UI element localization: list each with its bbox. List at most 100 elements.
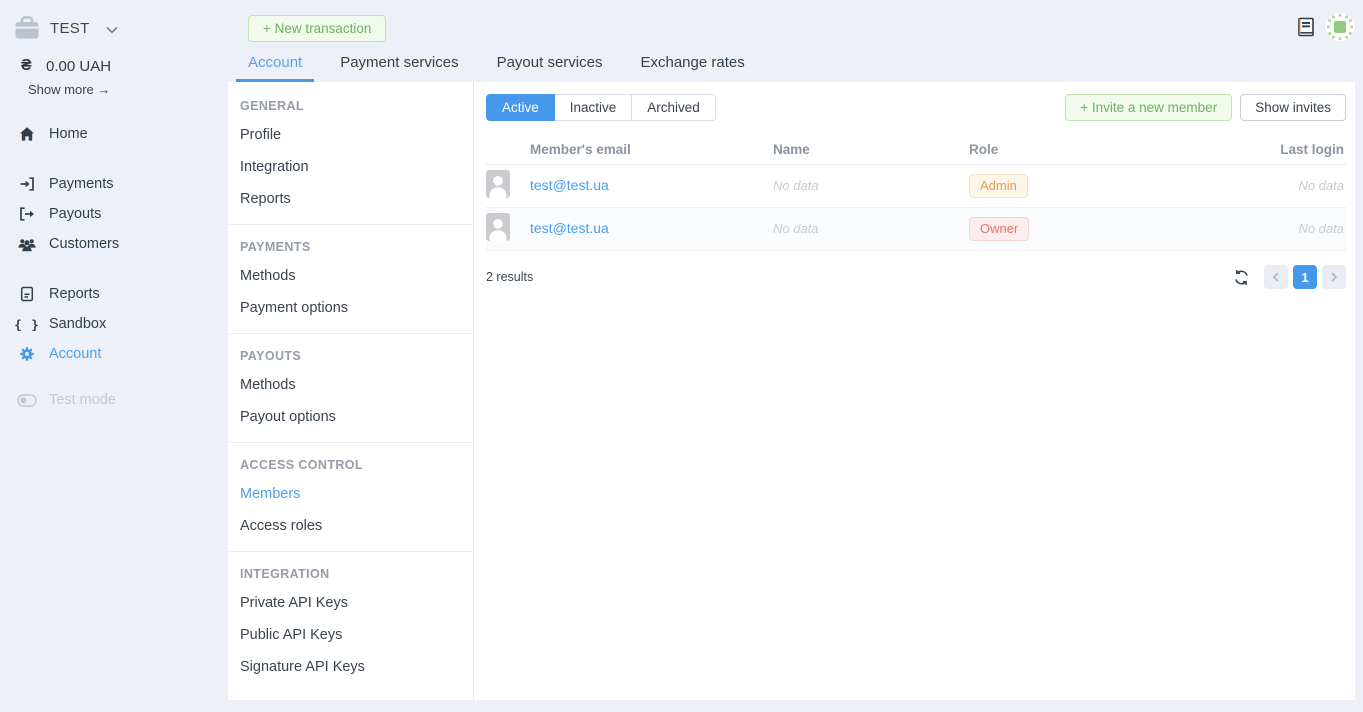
nav-label: Test mode xyxy=(49,392,116,408)
nav-label: Account xyxy=(49,346,101,362)
nav-item-payouts[interactable]: Payouts xyxy=(0,199,228,229)
column-header-last-login: Last login xyxy=(1196,142,1346,157)
subsection-payments: PAYMENTS Methods Payment options xyxy=(228,224,473,333)
nav-label: Payouts xyxy=(49,206,101,222)
sandbox-braces-icon: { } xyxy=(17,317,37,332)
subnav-item-signature-api-keys[interactable]: Signature API Keys xyxy=(228,651,473,683)
merchant-logo-icon xyxy=(14,16,40,40)
subnav-item-integration[interactable]: Integration xyxy=(228,151,473,183)
documentation-book-icon[interactable] xyxy=(1295,16,1317,38)
show-invites-button[interactable]: Show invites xyxy=(1240,94,1346,121)
gear-icon xyxy=(17,346,37,362)
new-transaction-button[interactable]: + New transaction xyxy=(248,15,386,42)
member-name-value: No data xyxy=(773,221,819,236)
balance-amount: 0.00 UAH xyxy=(46,58,111,75)
tab-payment-services[interactable]: Payment services xyxy=(328,45,470,82)
member-avatar xyxy=(486,213,530,246)
customers-icon xyxy=(17,237,37,252)
nav-label: Payments xyxy=(49,176,113,192)
hryvnia-icon: ₴ xyxy=(21,57,46,75)
column-header-email: Member's email xyxy=(530,142,773,157)
subnav-item-access-roles[interactable]: Access roles xyxy=(228,510,473,542)
nav-item-customers[interactable]: Customers xyxy=(0,229,228,259)
subnav-item-reports[interactable]: Reports xyxy=(228,183,473,215)
account-subsidebar: GENERAL Profile Integration Reports PAYM… xyxy=(228,82,474,700)
balance-row: ₴ 0.00 UAH xyxy=(0,57,228,75)
subsection-title: ACCESS CONTROL xyxy=(228,443,473,478)
members-panel: Active Inactive Archived + Invite a new … xyxy=(474,82,1355,700)
refresh-icon[interactable] xyxy=(1233,269,1250,286)
column-header-role: Role xyxy=(969,142,1196,157)
subsection-title: PAYOUTS xyxy=(228,334,473,369)
last-login-value: No data xyxy=(1298,178,1344,193)
subsection-payouts: PAYOUTS Methods Payout options xyxy=(228,333,473,442)
subnav-item-payout-methods[interactable]: Methods xyxy=(228,369,473,401)
content-area: GENERAL Profile Integration Reports PAYM… xyxy=(228,82,1355,700)
nav-item-home[interactable]: Home xyxy=(0,119,228,149)
last-login-value: No data xyxy=(1298,221,1344,236)
table-row[interactable]: test@test.ua No data Owner No data xyxy=(486,208,1346,251)
subsection-title: GENERAL xyxy=(228,84,473,119)
user-avatar-identicon[interactable] xyxy=(1326,13,1354,41)
next-page-button[interactable] xyxy=(1322,265,1346,289)
chevron-down-icon xyxy=(106,21,118,39)
show-more-link[interactable]: Show more → xyxy=(0,82,228,97)
reports-icon xyxy=(17,286,37,302)
member-name-value: No data xyxy=(773,178,819,193)
results-count: 2 results xyxy=(486,270,533,284)
home-icon xyxy=(17,126,37,142)
nav-label: Reports xyxy=(49,286,100,302)
topbar-icons xyxy=(1295,13,1354,41)
prev-page-button[interactable] xyxy=(1264,265,1288,289)
payments-in-icon xyxy=(17,176,37,192)
pagination: 1 xyxy=(1233,265,1346,289)
subnav-item-payment-options[interactable]: Payment options xyxy=(228,292,473,324)
subsection-title: PAYMENTS xyxy=(228,225,473,260)
tab-payout-services[interactable]: Payout services xyxy=(485,45,615,82)
toolbar-actions: + Invite a new member Show invites xyxy=(1065,94,1346,121)
subsection-title: INTEGRATION xyxy=(228,552,473,587)
member-avatar xyxy=(486,170,530,203)
subnav-item-public-api-keys[interactable]: Public API Keys xyxy=(228,619,473,651)
nav-label: Home xyxy=(49,126,88,142)
toggle-icon xyxy=(17,394,37,407)
subnav-item-members[interactable]: Members xyxy=(228,478,473,510)
member-status-filter: Active Inactive Archived xyxy=(486,94,716,121)
invite-member-button[interactable]: + Invite a new member xyxy=(1065,94,1232,121)
members-toolbar: Active Inactive Archived + Invite a new … xyxy=(486,94,1346,121)
filter-inactive-button[interactable]: Inactive xyxy=(554,94,633,121)
merchant-switcher[interactable]: TEST xyxy=(0,0,228,40)
subsection-general: GENERAL Profile Integration Reports xyxy=(228,84,473,224)
tab-account[interactable]: Account xyxy=(236,45,314,82)
topbar: + New transaction Account Payment servic… xyxy=(228,0,1363,82)
member-email-link[interactable]: test@test.ua xyxy=(530,177,609,193)
filter-archived-button[interactable]: Archived xyxy=(631,94,716,121)
subnav-item-profile[interactable]: Profile xyxy=(228,119,473,151)
subnav-item-private-api-keys[interactable]: Private API Keys xyxy=(228,587,473,619)
subsection-access-control: ACCESS CONTROL Members Access roles xyxy=(228,442,473,551)
table-footer: 2 results 1 xyxy=(486,265,1346,289)
tab-exchange-rates[interactable]: Exchange rates xyxy=(628,45,756,82)
role-badge-admin: Admin xyxy=(969,174,1028,198)
subsection-integration: INTEGRATION Private API Keys Public API … xyxy=(228,551,473,692)
table-header-row: Member's email Name Role Last login xyxy=(486,134,1346,165)
members-table: Member's email Name Role Last login test… xyxy=(486,134,1346,251)
member-email-link[interactable]: test@test.ua xyxy=(530,220,609,236)
nav-item-test-mode[interactable]: Test mode xyxy=(0,385,228,415)
nav-item-reports[interactable]: Reports xyxy=(0,279,228,309)
role-badge-owner: Owner xyxy=(969,217,1029,241)
subnav-item-payment-methods[interactable]: Methods xyxy=(228,260,473,292)
nav-item-account[interactable]: Account xyxy=(0,339,228,369)
table-row[interactable]: test@test.ua No data Admin No data xyxy=(486,165,1346,208)
page-1-button[interactable]: 1 xyxy=(1293,265,1317,289)
nav-label: Customers xyxy=(49,236,119,252)
primary-nav: Home Payments Payouts Customers Reports xyxy=(0,119,228,415)
account-tabs: Account Payment services Payout services… xyxy=(236,45,771,82)
column-header-name: Name xyxy=(773,142,969,157)
nav-item-sandbox[interactable]: { } Sandbox xyxy=(0,309,228,339)
nav-label: Sandbox xyxy=(49,316,106,332)
merchant-name: TEST xyxy=(50,20,90,37)
nav-item-payments[interactable]: Payments xyxy=(0,169,228,199)
subnav-item-payout-options[interactable]: Payout options xyxy=(228,401,473,433)
filter-active-button[interactable]: Active xyxy=(486,94,555,121)
